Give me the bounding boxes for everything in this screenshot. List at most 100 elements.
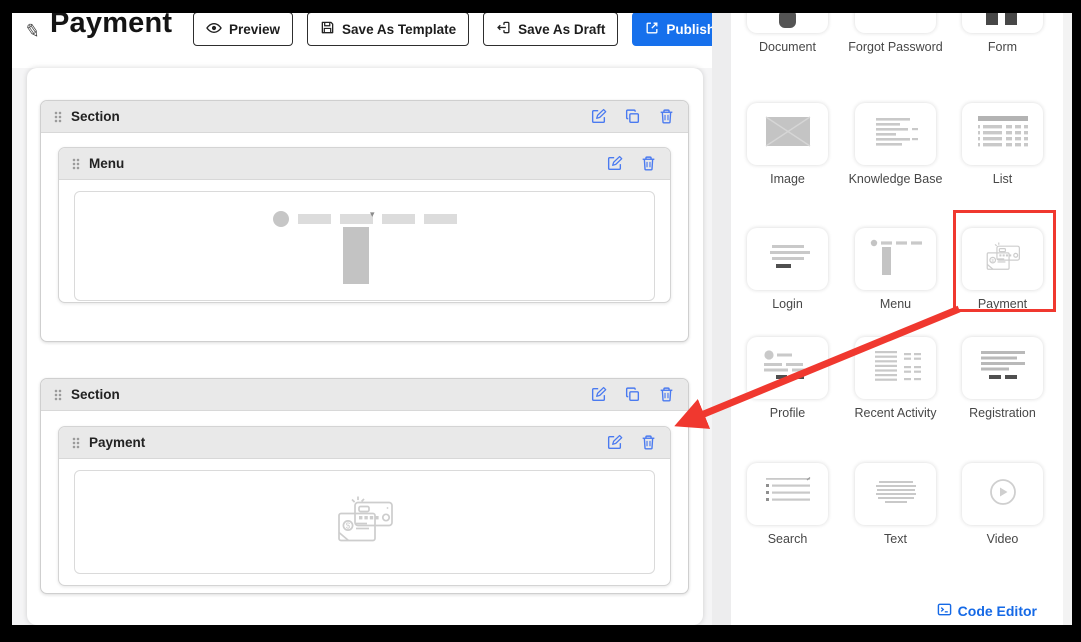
edit-icon[interactable] — [590, 108, 607, 125]
knowledge-base-icon — [868, 113, 924, 156]
drag-handle-icon[interactable] — [72, 158, 80, 170]
palette-item-text[interactable] — [855, 463, 936, 525]
menu-widget: Menu ▾ — [58, 147, 671, 303]
palette-item-label: Document — [737, 39, 838, 55]
edit-icon[interactable] — [606, 155, 623, 172]
section-container-1: Section Menu — [40, 100, 689, 342]
menu-item-placeholder — [382, 214, 415, 224]
document-icon — [779, 13, 796, 28]
menu-item-placeholder: ▾ — [340, 214, 373, 224]
publish-label: Publish — [666, 22, 715, 37]
palette-item-label: List — [952, 171, 1053, 187]
palette-item-menu[interactable] — [855, 228, 936, 290]
widget-title: Payment — [89, 435, 145, 450]
menu-widget-header: Menu — [59, 148, 670, 180]
palette-item-document[interactable] — [747, 13, 828, 33]
image-icon — [760, 113, 816, 156]
app-window: ✎ Payment Preview Save As Template Save … — [12, 13, 1072, 625]
floppy-icon — [320, 20, 335, 38]
duplicate-icon[interactable] — [624, 386, 641, 403]
trash-icon[interactable] — [658, 108, 675, 125]
trash-icon[interactable] — [658, 386, 675, 403]
code-editor-link[interactable]: Code Editor — [937, 602, 1037, 620]
palette-item-label: Profile — [737, 405, 838, 421]
box-arrow-up-right-icon — [645, 21, 659, 38]
menu-placeholder: ▾ — [273, 211, 457, 227]
save-as-draft-label: Save As Draft — [518, 22, 605, 37]
palette-item-search[interactable] — [747, 463, 828, 525]
code-window-icon — [937, 602, 952, 620]
palette-scrollbar[interactable] — [1063, 13, 1072, 625]
profile-icon — [760, 347, 816, 390]
dropdown-placeholder — [343, 227, 369, 284]
trash-icon[interactable] — [640, 434, 657, 451]
palette-item-recent-activity[interactable] — [855, 337, 936, 399]
edit-icon[interactable] — [590, 386, 607, 403]
palette-item-label: Image — [737, 171, 838, 187]
form-icon — [1005, 13, 1017, 25]
payment-widget: Payment — [58, 426, 671, 586]
section-title: Section — [71, 387, 120, 402]
save-as-template-label: Save As Template — [342, 22, 456, 37]
search-icon — [760, 474, 816, 515]
text-icon — [868, 478, 924, 511]
preview-label: Preview — [229, 22, 280, 37]
menu-item-placeholder — [298, 214, 331, 224]
toolbar: Preview Save As Template Save As Draft P… — [193, 13, 728, 46]
menu-widget-preview: ▾ — [74, 191, 655, 301]
palette-item-label: Menu — [845, 296, 946, 312]
drag-handle-icon[interactable] — [72, 437, 80, 449]
menu-item-placeholder — [424, 214, 457, 224]
payment-widget-preview: $ — [74, 470, 655, 574]
save-as-template-button[interactable]: Save As Template — [307, 13, 469, 46]
palette-item-label: Forgot Password — [845, 39, 946, 55]
widget-title: Menu — [89, 156, 124, 171]
palette-item-form[interactable] — [962, 13, 1043, 33]
edit-icon[interactable] — [606, 434, 623, 451]
login-icon — [760, 240, 816, 279]
palette-item-label: Text — [845, 531, 946, 547]
panel-divider — [712, 13, 731, 625]
section-container-2: Section Payment — [40, 378, 689, 594]
payment-widget-header: Payment — [59, 427, 670, 459]
section-title: Section — [71, 109, 120, 124]
page-title: Payment — [50, 13, 172, 40]
drag-handle-icon[interactable] — [54, 111, 62, 123]
box-arrow-in-icon — [496, 20, 511, 38]
menu-icon — [867, 236, 925, 283]
palette-item-profile[interactable] — [747, 337, 828, 399]
palette-item-label: Video — [952, 531, 1053, 547]
palette-item-label: Form — [952, 39, 1053, 55]
recent-activity-icon — [868, 347, 924, 390]
code-editor-label: Code Editor — [958, 603, 1037, 619]
save-as-draft-button[interactable]: Save As Draft — [483, 13, 618, 46]
palette-item-label: Registration — [952, 405, 1053, 421]
preview-button[interactable]: Preview — [193, 13, 293, 46]
section-2-header: Section — [41, 379, 688, 411]
logo-placeholder-icon — [273, 211, 289, 227]
svg-text:$: $ — [345, 521, 350, 530]
palette-item-knowledge-base[interactable] — [855, 103, 936, 165]
palette-item-video[interactable] — [962, 463, 1043, 525]
widget-palette: Document Forgot Password Form — [731, 13, 1063, 625]
palette-item-image[interactable] — [747, 103, 828, 165]
payment-placeholder-icon: $ — [332, 493, 398, 552]
trash-icon[interactable] — [640, 155, 657, 172]
palette-item-label: Search — [737, 531, 838, 547]
list-icon — [974, 113, 1032, 156]
edit-title-icon[interactable]: ✎ — [23, 20, 42, 43]
palette-item-login[interactable] — [747, 228, 828, 290]
palette-item-label: Login — [737, 296, 838, 312]
palette-item-registration[interactable] — [962, 337, 1043, 399]
highlight-box — [953, 210, 1056, 312]
palette-item-label: Knowledge Base — [845, 171, 946, 187]
drag-handle-icon[interactable] — [54, 389, 62, 401]
duplicate-icon[interactable] — [624, 108, 641, 125]
screenshot-frame: ✎ Payment Preview Save As Template Save … — [0, 0, 1081, 642]
section-1-header: Section — [41, 101, 688, 133]
palette-item-label: Recent Activity — [845, 405, 946, 421]
form-icon — [986, 13, 998, 25]
palette-item-list[interactable] — [962, 103, 1043, 165]
palette-item-forgot-password[interactable] — [855, 13, 936, 33]
registration-icon — [975, 347, 1031, 390]
